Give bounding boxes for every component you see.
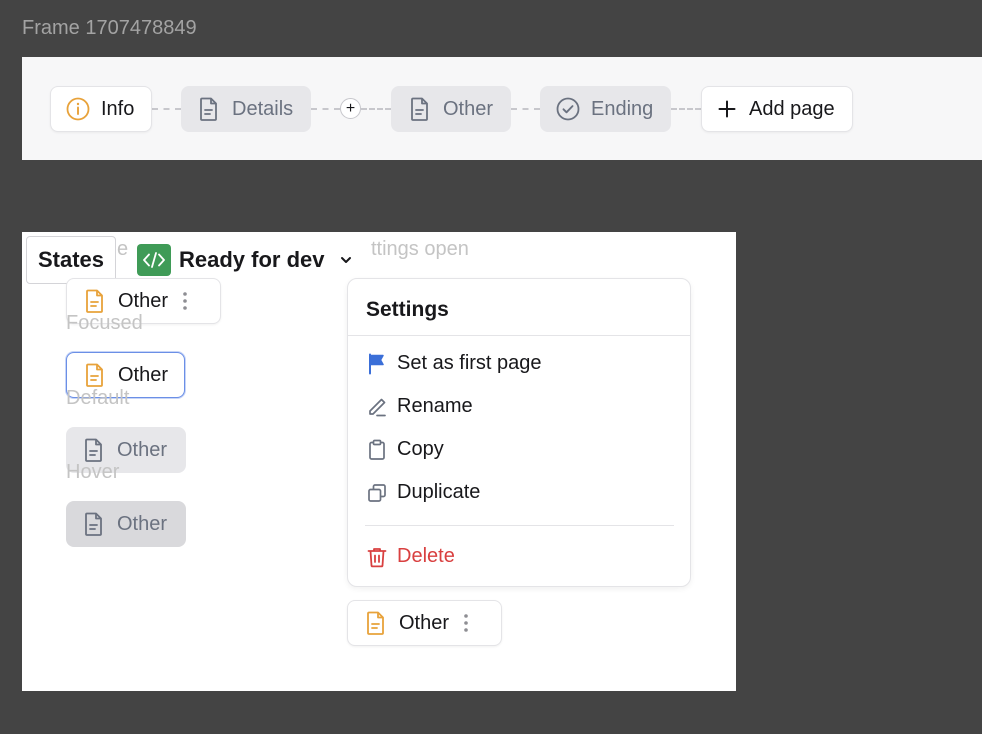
chevron-down-icon [339, 255, 353, 265]
state-label-partial: e [117, 238, 129, 260]
document-icon [196, 96, 222, 122]
document-icon [83, 288, 107, 314]
document-icon [407, 96, 433, 122]
chip-label: Other [118, 289, 169, 312]
menu-item-rename[interactable]: Rename [366, 395, 473, 418]
divider [365, 525, 674, 526]
page-chip-hover[interactable]: Other [66, 501, 186, 547]
add-page-button[interactable]: Add page [701, 86, 853, 132]
plus-icon: + [345, 99, 356, 117]
hover-label: Hover [66, 461, 120, 483]
step-label: Info [101, 97, 135, 120]
trash-icon [366, 546, 388, 568]
menu-item-label: Duplicate [397, 481, 481, 503]
states-button[interactable]: States [26, 236, 117, 284]
chip-label: Other [117, 512, 168, 535]
menu-item-label: Rename [397, 395, 473, 417]
step-label: Details [232, 97, 294, 120]
code-icon [137, 244, 171, 276]
step-ending[interactable]: Ending [540, 86, 671, 132]
menu-item-duplicate[interactable]: Duplicate [366, 481, 480, 504]
menu-item-copy[interactable]: Copy [366, 438, 444, 461]
chip-label: Other [118, 363, 169, 386]
duplicate-icon [366, 482, 388, 504]
insert-page-button[interactable]: + [340, 98, 361, 119]
document-icon [82, 437, 106, 463]
frame-title: Frame 1707478849 [22, 17, 197, 39]
plus-icon [716, 96, 738, 122]
add-page-label: Add page [749, 97, 835, 120]
document-icon [83, 362, 107, 388]
flag-icon [366, 353, 388, 375]
chip-label: Other [399, 611, 450, 634]
more-vertical-icon[interactable] [182, 290, 188, 312]
pencil-icon [366, 396, 388, 418]
clipboard-icon [366, 439, 388, 461]
menu-item-delete[interactable]: Delete [366, 545, 455, 568]
more-vertical-icon[interactable] [463, 612, 469, 634]
step-label: Other [443, 97, 494, 120]
connector [361, 108, 391, 110]
connector [311, 108, 340, 110]
status-label: Ready for dev [179, 247, 325, 272]
settings-menu: Settings Set as first page Rename Copy D… [347, 278, 691, 587]
document-icon [82, 511, 106, 537]
info-circle-icon [65, 96, 91, 122]
step-label: Ending [591, 97, 654, 120]
default-label: Default [66, 387, 130, 409]
menu-item-label: Set as first page [397, 352, 542, 374]
check-circle-icon [555, 96, 581, 122]
menu-item-set-first-page[interactable]: Set as first page [366, 352, 542, 375]
status-dropdown[interactable]: Ready for dev [130, 236, 371, 284]
step-other[interactable]: Other [391, 86, 511, 132]
menu-item-label: Copy [397, 438, 444, 460]
connector [511, 108, 540, 110]
connector [152, 108, 181, 110]
focused-label: Focused [66, 312, 143, 334]
step-details[interactable]: Details [181, 86, 311, 132]
settings-menu-title: Settings [366, 298, 449, 321]
step-info[interactable]: Info [50, 86, 152, 132]
menu-item-label: Delete [397, 545, 455, 567]
chip-label: Other [117, 438, 168, 461]
page-chip-settings-open[interactable]: Other [347, 600, 502, 646]
connector [671, 108, 701, 110]
document-icon [364, 610, 388, 636]
divider [348, 335, 690, 336]
settings-open-label: ttings open [371, 238, 469, 260]
